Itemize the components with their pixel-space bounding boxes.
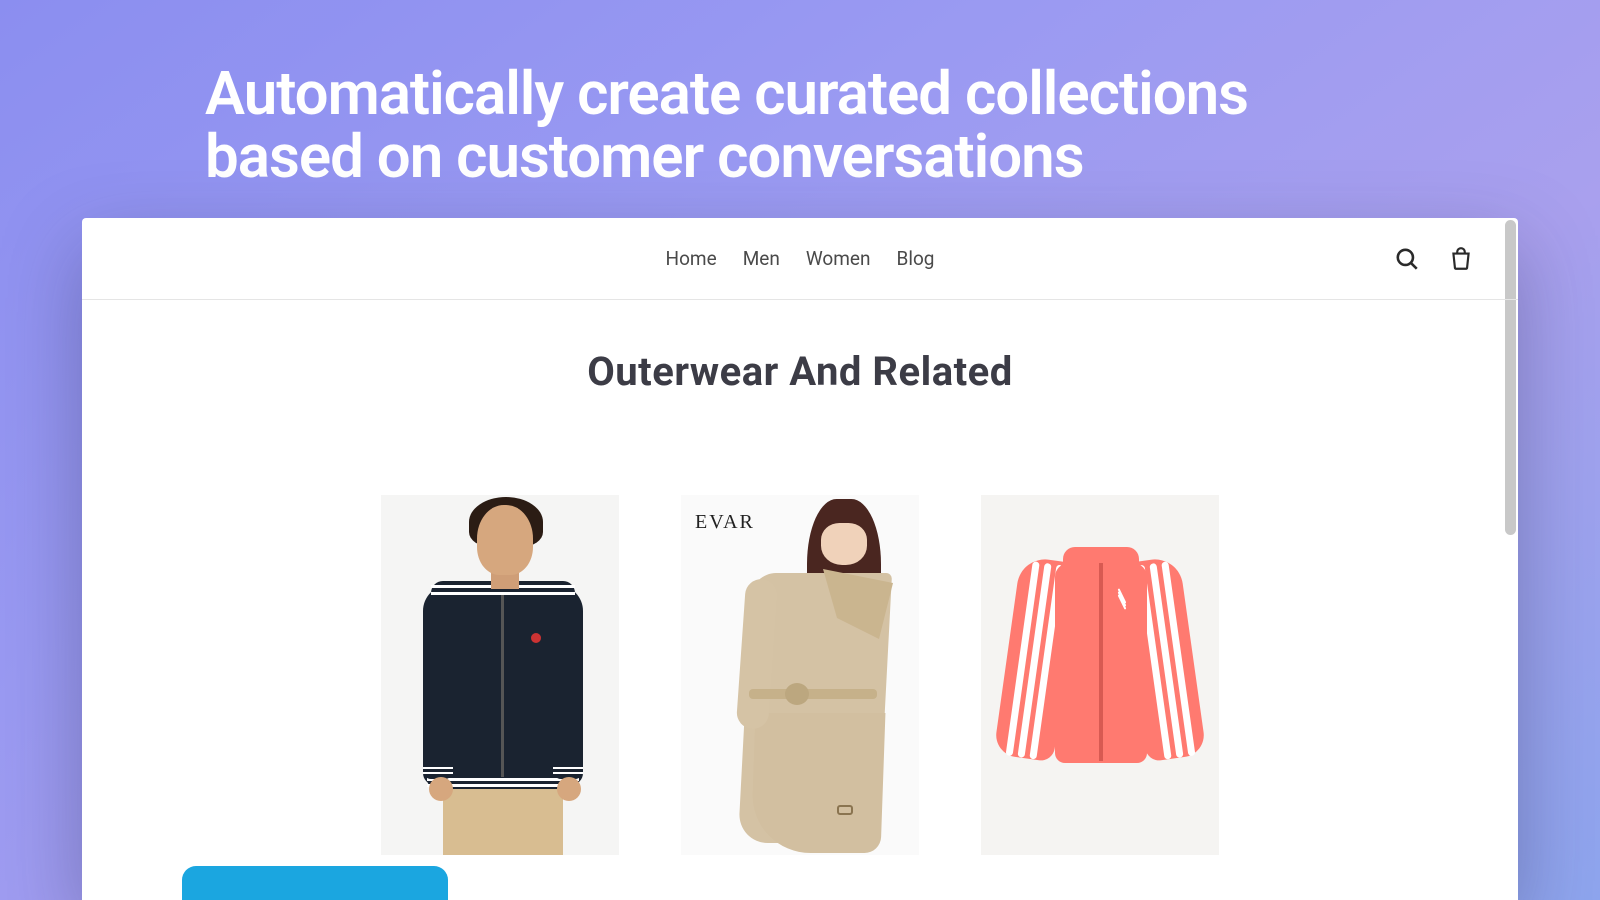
hero-line-2: based on customer conversations <box>205 125 1600 188</box>
nav-women[interactable]: Women <box>806 247 871 270</box>
top-bar: Home Men Women Blog <box>82 218 1518 300</box>
topbar-actions <box>1394 246 1474 272</box>
nav-blog[interactable]: Blog <box>896 247 934 270</box>
hero-headline: Automatically create curated collections… <box>0 0 1600 188</box>
product-brand-label: EVAR <box>695 511 755 534</box>
nav-men[interactable]: Men <box>743 247 780 270</box>
storefront-window: Home Men Women Blog Outerwear And Relate… <box>82 218 1518 900</box>
main-nav: Home Men Women Blog <box>666 247 935 270</box>
product-card[interactable] <box>981 495 1219 855</box>
search-icon[interactable] <box>1394 246 1420 272</box>
product-card[interactable]: EVAR <box>681 495 919 855</box>
cart-icon[interactable] <box>1448 246 1474 272</box>
product-grid: EVAR <box>82 495 1518 855</box>
collection-title: Outerwear And Related <box>82 348 1518 395</box>
chat-widget-tab[interactable] <box>182 866 448 900</box>
hero-line-1: Automatically create curated collections <box>205 62 1600 125</box>
product-card[interactable] <box>381 495 619 855</box>
nav-home[interactable]: Home <box>666 247 717 270</box>
